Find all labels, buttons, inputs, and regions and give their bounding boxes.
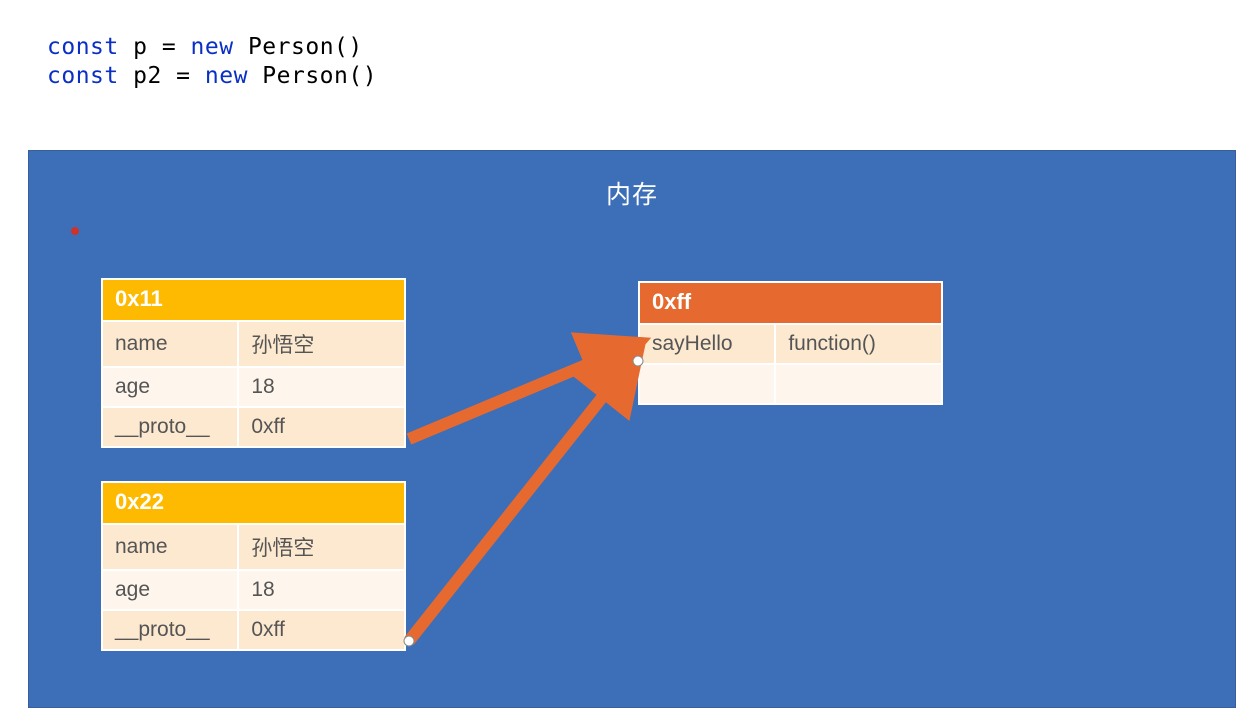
table-row: age18 xyxy=(102,570,405,610)
object-addr: 0x11 xyxy=(102,279,405,321)
object-table-0x11: 0x11 name孙悟空 age18 __proto__0xff xyxy=(101,278,406,448)
red-dot-icon xyxy=(71,227,79,235)
code-line-1: const p = new Person() xyxy=(47,34,363,60)
memory-panel: 内存 0x11 name孙悟空 age18 __proto__0xff 0x22… xyxy=(28,150,1236,708)
memory-title: 内存 xyxy=(29,175,1235,211)
table-row: name孙悟空 xyxy=(102,321,405,367)
table-row: name孙悟空 xyxy=(102,524,405,570)
arrow-0x11-to-0xff xyxy=(409,347,629,439)
table-row: __proto__0xff xyxy=(102,610,405,650)
code-line-2: const p2 = new Person() xyxy=(47,63,377,89)
table-row: sayHellofunction() xyxy=(639,324,942,364)
object-table-0x22: 0x22 name孙悟空 age18 __proto__0xff xyxy=(101,481,406,651)
object-addr: 0xff xyxy=(639,282,942,324)
code-block: const p = new Person() const p2 = new Pe… xyxy=(47,4,377,91)
table-row xyxy=(639,364,942,404)
object-addr: 0x22 xyxy=(102,482,405,524)
table-row: age18 xyxy=(102,367,405,407)
object-table-0xff: 0xff sayHellofunction() xyxy=(638,281,943,405)
table-row: __proto__0xff xyxy=(102,407,405,447)
arrow-0x22-to-0xff xyxy=(409,361,631,641)
